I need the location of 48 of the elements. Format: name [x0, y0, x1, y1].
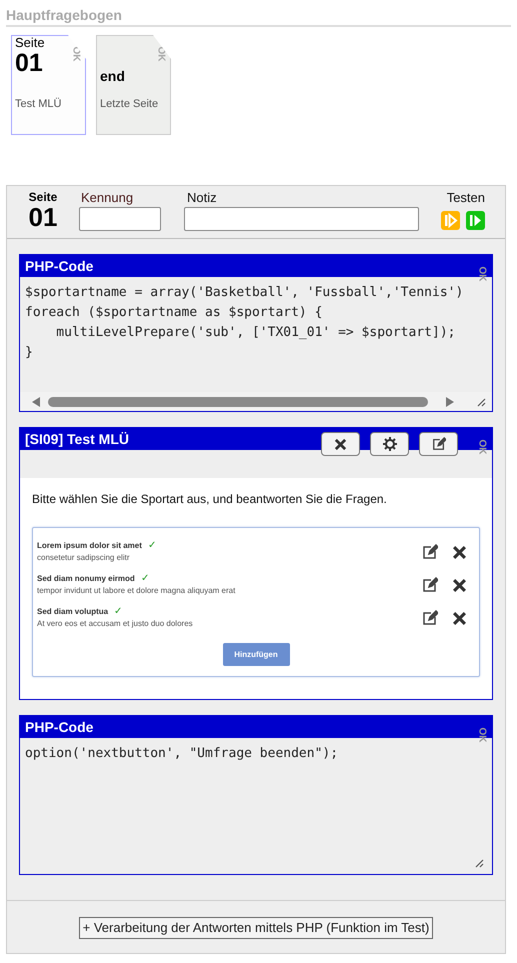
scroll-left-icon[interactable]	[32, 396, 40, 406]
scrollbar-thumb[interactable]	[48, 396, 428, 406]
kennung-field[interactable]	[79, 207, 161, 231]
item-subtitle: tempor invidunt ut labore et dolore magna aliquyam erat	[37, 585, 236, 597]
delete-button[interactable]	[321, 432, 360, 456]
notiz-field[interactable]	[184, 207, 419, 231]
edit-icon[interactable]	[422, 544, 438, 560]
settings-button[interactable]	[370, 432, 409, 456]
ok-label: OK	[476, 728, 486, 742]
page-number: end	[100, 67, 125, 86]
page-label: Seite	[15, 36, 45, 50]
close-icon[interactable]	[452, 544, 467, 560]
page-name: Test MLÜ	[15, 96, 62, 112]
block-title: PHP-Code	[25, 718, 94, 736]
edit-icon[interactable]	[432, 437, 446, 451]
add-php-button[interactable]: + Verarbeitung der Antworten mittels PHP (Funktion im Test)	[78, 917, 434, 939]
edit-icon[interactable]	[422, 610, 438, 626]
horizontal-scrollbar[interactable]	[20, 392, 492, 411]
edit-icon[interactable]	[422, 577, 438, 593]
item-subtitle: At vero eos et accusam et justo duo dolores	[37, 618, 193, 630]
item-title: Lorem ipsum dolor sit amet	[37, 540, 142, 552]
gear-icon	[382, 437, 396, 451]
block-title: PHP-Code	[25, 256, 94, 276]
page-name: Letzte Seite	[100, 97, 158, 112]
close-icon[interactable]	[452, 578, 467, 592]
close-icon[interactable]	[334, 438, 347, 450]
field-label: Kennung	[81, 190, 134, 205]
testen-label: Testen	[446, 190, 485, 205]
check-mark: ✓	[114, 607, 122, 617]
check-mark: ✓	[140, 574, 149, 584]
resize-handle-icon[interactable]	[474, 858, 484, 868]
ok-label: OK	[476, 266, 486, 282]
ok-label: OK	[476, 440, 486, 454]
item-subtitle: consetetur sadipscing elitr	[37, 552, 130, 564]
edit-button[interactable]	[419, 432, 458, 456]
item-title: Sed diam voluptua	[37, 606, 108, 618]
resize-handle-icon[interactable]	[476, 396, 486, 406]
page-number: 01	[28, 204, 58, 230]
item-title: Sed diam nonumy eirmod	[37, 573, 135, 585]
close-icon[interactable]	[452, 610, 467, 626]
field-label: Notiz	[187, 190, 218, 205]
page-number: 01	[15, 50, 43, 76]
check-mark: ✓	[148, 541, 156, 551]
block-title: [SI09] Test MLÜ	[25, 430, 129, 449]
seite-label: Seite	[28, 190, 58, 204]
scroll-right-icon[interactable]	[446, 396, 454, 406]
question-text: Bitte wählen Sie die Sportart aus, und beantworten Sie die Fragen.	[32, 491, 388, 508]
section-title: Hauptfragebogen	[6, 7, 123, 23]
